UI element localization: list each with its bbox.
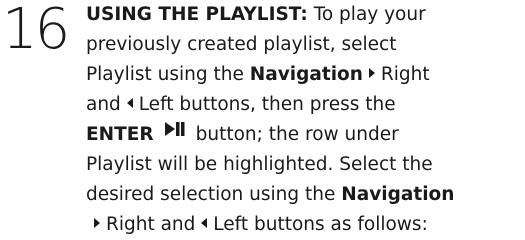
- navigation-label-2: Navigation: [341, 184, 455, 205]
- instruction-line-5: ENTER button; the row under: [86, 120, 522, 150]
- triangle-left-icon: [126, 98, 133, 108]
- instruction-text-1: To play your: [313, 4, 426, 25]
- instruction-text-10: Right and: [106, 214, 196, 235]
- instruction-line-2: previously created playlist, select: [86, 30, 522, 60]
- instruction-line-8: Right and Left buttons as follows:: [86, 210, 522, 240]
- step-number: 16: [2, 0, 70, 62]
- instruction-line-6: Playlist will be highlighted. Select the: [86, 150, 522, 180]
- instruction-text-9: desired selection using the: [86, 184, 336, 205]
- instruction-text-4: Right: [380, 64, 430, 85]
- instruction-text-3: Playlist using the: [86, 64, 244, 85]
- instruction-paragraph: USING THE PLAYLIST: To play your previou…: [86, 0, 522, 240]
- instruction-line-7: desired selection using the Navigation: [86, 180, 522, 210]
- instruction-text-7: button; the row under: [195, 124, 399, 145]
- play-pause-icon: [164, 118, 186, 148]
- enter-label: ENTER: [86, 124, 154, 145]
- instruction-text-2: previously created playlist, select: [86, 34, 397, 55]
- triangle-left-icon: [201, 218, 208, 228]
- instruction-text-8: Playlist will be highlighted. Select the: [86, 154, 433, 175]
- instruction-text-5: and: [86, 94, 121, 115]
- instruction-line-3: Playlist using the Navigation Right: [86, 60, 522, 90]
- instruction-text-6: Left buttons, then press the: [138, 94, 396, 115]
- instruction-line-1: USING THE PLAYLIST: To play your: [86, 0, 522, 30]
- instruction-heading: USING THE PLAYLIST:: [86, 4, 308, 25]
- instruction-text-11: Left buttons as follows:: [213, 214, 428, 235]
- triangle-right-icon: [94, 218, 100, 228]
- instruction-line-4: and Left buttons, then press the: [86, 90, 522, 120]
- triangle-right-icon: [368, 68, 375, 78]
- navigation-label-1: Navigation: [249, 64, 363, 85]
